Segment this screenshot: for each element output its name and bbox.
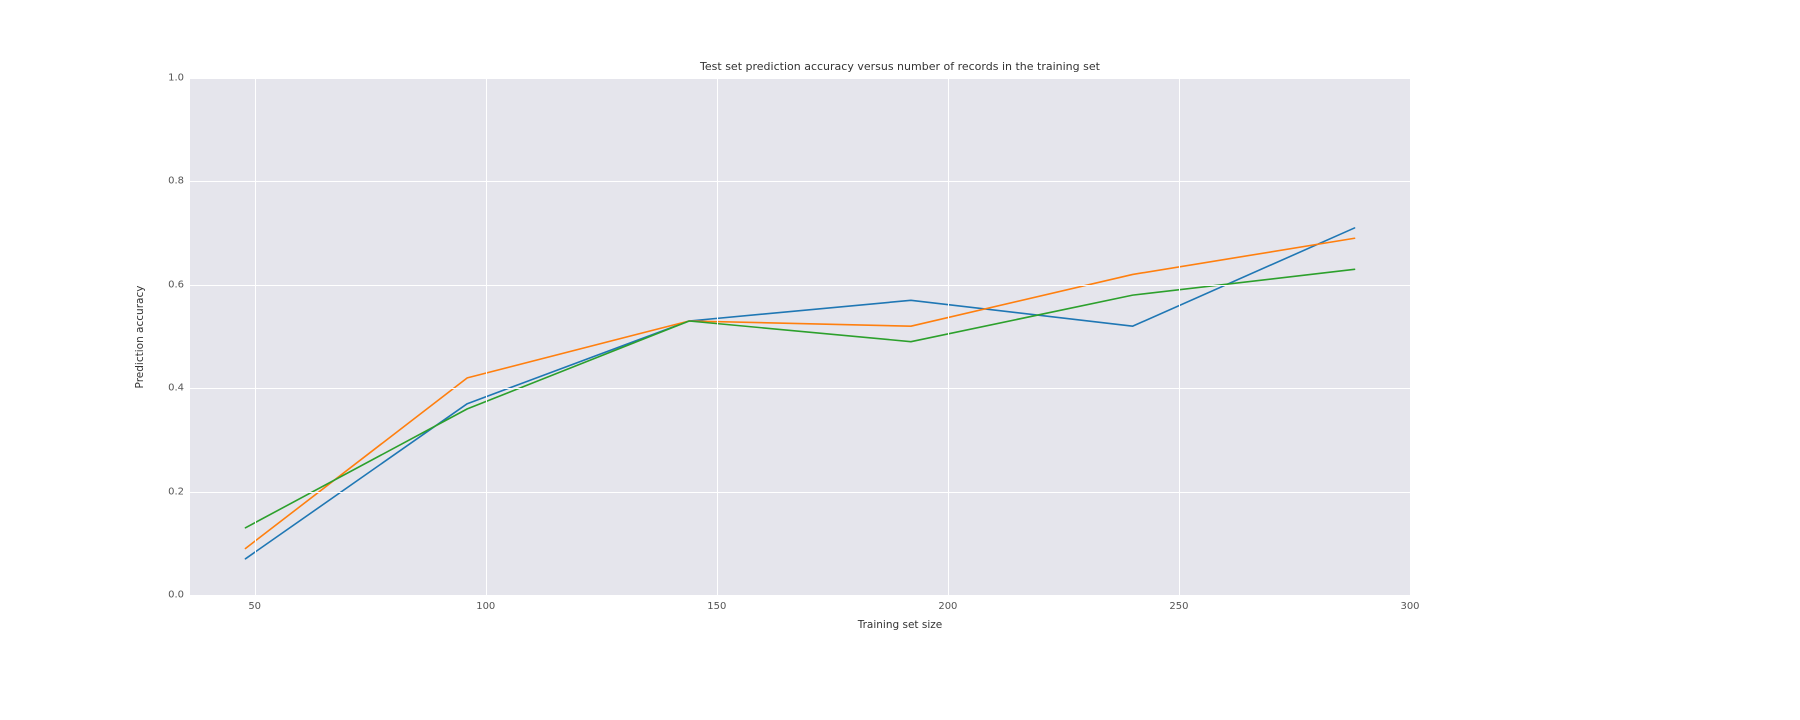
chart-title: Test set prediction accuracy versus numb… xyxy=(0,60,1800,73)
gridline-h xyxy=(190,181,1410,182)
y-tick-label: 0.4 xyxy=(162,383,184,394)
y-axis-label: Prediction accuracy xyxy=(134,285,146,388)
chart-stage: Test set prediction accuracy versus numb… xyxy=(0,0,1800,720)
gridline-h xyxy=(190,78,1410,79)
gridline-v xyxy=(255,78,256,595)
gridline-v xyxy=(948,78,949,595)
x-tick-label: 50 xyxy=(248,601,261,612)
line-series-1 xyxy=(245,228,1354,559)
x-tick-label: 150 xyxy=(707,601,726,612)
x-tick-label: 300 xyxy=(1400,601,1419,612)
line-series-3 xyxy=(245,269,1354,527)
gridline-v xyxy=(1179,78,1180,595)
x-tick-label: 200 xyxy=(938,601,957,612)
x-tick-label: 100 xyxy=(476,601,495,612)
line-layer xyxy=(0,0,1800,720)
gridline-v xyxy=(1410,78,1411,595)
y-tick-label: 0.6 xyxy=(162,279,184,290)
y-tick-label: 1.0 xyxy=(162,73,184,84)
gridline-h xyxy=(190,285,1410,286)
gridline-v xyxy=(486,78,487,595)
y-tick-label: 0.8 xyxy=(162,176,184,187)
gridline-h xyxy=(190,388,1410,389)
gridline-h xyxy=(190,595,1410,596)
y-tick-label: 0.0 xyxy=(162,590,184,601)
gridline-h xyxy=(190,492,1410,493)
gridline-v xyxy=(717,78,718,595)
x-tick-label: 250 xyxy=(1169,601,1188,612)
x-axis-label: Training set size xyxy=(0,619,1800,631)
y-tick-label: 0.2 xyxy=(162,486,184,497)
